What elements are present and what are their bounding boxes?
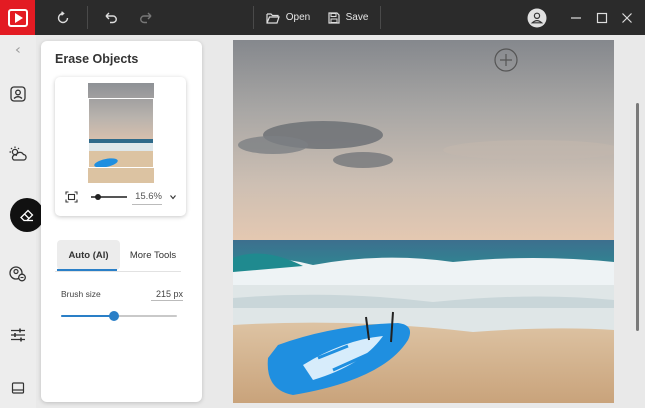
portrait-icon xyxy=(10,86,26,102)
redo-button[interactable] xyxy=(133,0,159,35)
tabs-divider xyxy=(55,271,181,272)
panel-layout-icon xyxy=(11,382,25,394)
brush-slider-knob[interactable] xyxy=(109,311,120,321)
folder-open-icon xyxy=(266,12,280,24)
minimize-icon xyxy=(571,16,581,19)
toolbar-divider xyxy=(380,6,381,29)
brush-size-label: Brush size xyxy=(61,289,101,299)
face-retouch-icon xyxy=(9,266,26,282)
account-icon xyxy=(527,8,547,27)
rail-item-retouch[interactable] xyxy=(5,261,31,287)
zoom-slider-knob[interactable] xyxy=(95,194,101,200)
erase-objects-panel: Erase Objects 15.6% Auto (AI) More Tools… xyxy=(41,41,202,402)
collapse-panel-button[interactable] xyxy=(5,39,31,61)
navigator-card: 15.6% xyxy=(55,77,186,216)
account-button[interactable] xyxy=(524,0,550,35)
rail-item-portrait[interactable] xyxy=(5,81,31,107)
open-label: Open xyxy=(285,12,311,23)
rail-item-adjust[interactable] xyxy=(5,322,31,348)
navigator-thumbnail[interactable] xyxy=(88,83,154,183)
fit-screen-icon[interactable] xyxy=(65,191,78,203)
panel-title: Erase Objects xyxy=(55,52,139,66)
tab-auto-ai[interactable]: Auto (AI) xyxy=(57,240,120,270)
minimize-button[interactable] xyxy=(563,0,589,35)
mode-tabs: Auto (AI) More Tools xyxy=(55,240,181,273)
title-bar: Open Save xyxy=(0,0,645,35)
undo-button[interactable] xyxy=(98,0,124,35)
toolbar-divider xyxy=(253,6,254,29)
viewport-frame[interactable] xyxy=(88,98,154,168)
open-button[interactable]: Open xyxy=(263,0,313,35)
vertical-scrollbar[interactable] xyxy=(636,103,639,331)
tool-rail xyxy=(0,35,44,408)
brush-size-value[interactable]: 215 px xyxy=(151,289,183,301)
save-icon xyxy=(327,11,340,24)
save-button[interactable]: Save xyxy=(325,0,371,35)
adjustments-icon xyxy=(11,328,25,342)
zoom-controls: 15.6% xyxy=(55,187,186,209)
maximize-button[interactable] xyxy=(589,0,615,35)
chevron-down-icon[interactable] xyxy=(169,193,177,201)
canvas-area xyxy=(208,35,645,408)
close-button[interactable] xyxy=(614,0,640,35)
rail-item-layout[interactable] xyxy=(5,375,31,401)
play-logo-icon xyxy=(7,8,28,27)
brush-size-slider[interactable] xyxy=(61,311,177,321)
tab-more-tools[interactable]: More Tools xyxy=(125,240,181,270)
app-logo xyxy=(0,0,35,35)
beach-photo xyxy=(233,40,614,403)
rail-item-sky[interactable] xyxy=(5,141,31,167)
sky-weather-icon xyxy=(9,146,27,161)
collapse-chevron-icon xyxy=(15,47,20,53)
close-icon xyxy=(622,12,632,23)
brush-slider-fill xyxy=(61,315,115,317)
zoom-value[interactable]: 15.6% xyxy=(132,191,162,205)
undo-icon xyxy=(105,12,117,23)
toolbar-divider xyxy=(87,6,88,29)
refresh-button[interactable] xyxy=(50,0,76,35)
refresh-icon xyxy=(57,10,69,23)
eraser-icon xyxy=(20,209,34,222)
save-label: Save xyxy=(345,12,369,23)
redo-icon xyxy=(140,12,152,23)
rail-item-erase[interactable] xyxy=(10,198,44,232)
photo-canvas[interactable] xyxy=(233,40,614,403)
maximize-icon xyxy=(596,12,608,23)
